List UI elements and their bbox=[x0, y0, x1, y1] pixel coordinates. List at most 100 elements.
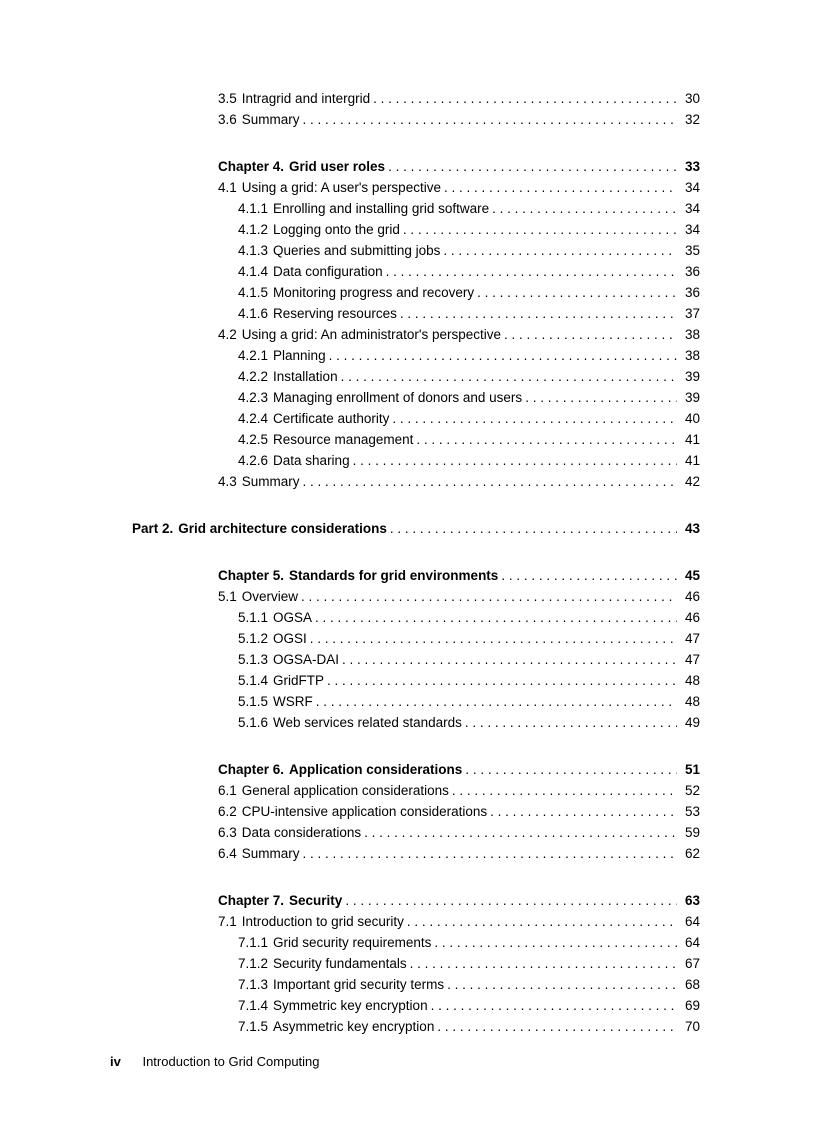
leader-dots bbox=[416, 429, 677, 450]
toc-entry: 4.2.2Installation39 bbox=[218, 366, 700, 387]
entry-page: 69 bbox=[680, 995, 700, 1016]
page-footer: iv Introduction to Grid Computing bbox=[110, 1054, 320, 1069]
entry-number: 5.1 bbox=[218, 586, 237, 607]
toc-entry: 5.1.5WSRF48 bbox=[218, 691, 700, 712]
toc-entry: 7.1.3Important grid security terms68 bbox=[218, 974, 700, 995]
leader-dots bbox=[400, 303, 677, 324]
toc-entry: 4.2.4Certificate authority40 bbox=[218, 408, 700, 429]
entry-page: 63 bbox=[680, 890, 700, 911]
entry-title: Data sharing bbox=[273, 450, 350, 471]
entry-title: Web services related standards bbox=[273, 712, 462, 733]
toc-entry: 4.2.1Planning38 bbox=[218, 345, 700, 366]
leader-dots bbox=[525, 387, 677, 408]
toc-entry: 7.1.4Symmetric key encryption69 bbox=[218, 995, 700, 1016]
toc-entry: 6.4 Summary 62 bbox=[218, 843, 700, 864]
entry-number: 4.2.5 bbox=[238, 429, 268, 450]
toc-entry: 7.1Introduction to grid security64 bbox=[218, 911, 700, 932]
entry-page: 49 bbox=[680, 712, 700, 733]
leader-dots bbox=[443, 240, 677, 261]
entry-title: Using a grid: A user's perspective bbox=[242, 177, 441, 198]
leader-dots bbox=[410, 953, 677, 974]
leader-dots bbox=[388, 156, 677, 177]
entry-number: 4.2.3 bbox=[238, 387, 268, 408]
entry-page: 43 bbox=[680, 518, 700, 539]
toc-entry: Chapter 6.Application considerations 51 bbox=[218, 759, 700, 780]
toc-entry: Chapter 7.Security63 bbox=[218, 890, 700, 911]
entry-title: WSRF bbox=[273, 691, 313, 712]
entry-number: Chapter 6. bbox=[218, 759, 284, 780]
toc-entry: 4.2.5Resource management41 bbox=[218, 429, 700, 450]
toc-entry: 7.1.1Grid security requirements64 bbox=[218, 932, 700, 953]
entry-title: Introduction to grid security bbox=[242, 911, 404, 932]
entry-number: 4.1.3 bbox=[238, 240, 268, 261]
entry-number: 7.1.1 bbox=[238, 932, 268, 953]
entry-number: 5.1.3 bbox=[238, 649, 268, 670]
toc-entry: Chapter 5.Standards for grid environment… bbox=[218, 565, 700, 586]
entry-title: Summary bbox=[242, 843, 300, 864]
entry-title: Data configuration bbox=[273, 261, 383, 282]
entry-page: 68 bbox=[680, 974, 700, 995]
footer-title: Introduction to Grid Computing bbox=[142, 1054, 319, 1069]
entry-number: 6.4 bbox=[218, 843, 237, 864]
footer-page-number: iv bbox=[110, 1054, 121, 1069]
entry-number: 7.1 bbox=[218, 911, 237, 932]
entry-page: 33 bbox=[680, 156, 700, 177]
entry-page: 40 bbox=[680, 408, 700, 429]
entry-number: 4.2.2 bbox=[238, 366, 268, 387]
entry-page: 48 bbox=[680, 691, 700, 712]
entry-number: 3.6 bbox=[218, 109, 237, 130]
page: 3.5Intragrid and intergrid303.6Summary32… bbox=[0, 0, 816, 1123]
toc-entry: 5.1.2OGSI47 bbox=[218, 628, 700, 649]
toc-entry: 4.2.3Managing enrollment of donors and u… bbox=[218, 387, 700, 408]
entry-number: 7.1.2 bbox=[238, 953, 268, 974]
toc-entry: 5.1.6Web services related standards49 bbox=[218, 712, 700, 733]
entry-title: OGSA bbox=[273, 607, 312, 628]
toc-entry: 3.6Summary32 bbox=[218, 109, 700, 130]
leader-dots bbox=[444, 177, 677, 198]
entry-title: Application considerations bbox=[289, 759, 462, 780]
toc-entry: 4.2Using a grid: An administrator's pers… bbox=[218, 324, 700, 345]
leader-dots bbox=[329, 345, 677, 366]
entry-title: Monitoring progress and recovery bbox=[273, 282, 474, 303]
entry-page: 45 bbox=[680, 565, 700, 586]
toc-entry: 6.1General application considerations52 bbox=[218, 780, 700, 801]
leader-dots bbox=[316, 691, 677, 712]
leader-dots bbox=[303, 843, 677, 864]
entry-title: Logging onto the grid bbox=[273, 219, 400, 240]
leader-dots bbox=[504, 324, 677, 345]
entry-page: 30 bbox=[680, 88, 700, 109]
entry-number: Chapter 4. bbox=[218, 156, 284, 177]
entry-page: 52 bbox=[680, 780, 700, 801]
entry-page: 38 bbox=[680, 324, 700, 345]
entry-page: 32 bbox=[680, 109, 700, 130]
toc-entry: 6.2CPU-intensive application considerati… bbox=[218, 801, 700, 822]
entry-number: 6.3 bbox=[218, 822, 237, 843]
entry-page: 51 bbox=[680, 759, 700, 780]
toc-entry: 4.1.3Queries and submitting jobs35 bbox=[218, 240, 700, 261]
leader-dots bbox=[501, 565, 677, 586]
entry-title: Grid user roles bbox=[289, 156, 385, 177]
leader-dots bbox=[390, 518, 677, 539]
leader-dots bbox=[447, 974, 677, 995]
entry-title: Data considerations bbox=[242, 822, 361, 843]
table-of-contents: 3.5Intragrid and intergrid303.6Summary32… bbox=[218, 88, 700, 1037]
leader-dots bbox=[342, 649, 677, 670]
leader-dots bbox=[345, 890, 677, 911]
entry-page: 37 bbox=[680, 303, 700, 324]
entry-page: 46 bbox=[680, 586, 700, 607]
entry-title: Reserving resources bbox=[273, 303, 397, 324]
entry-page: 47 bbox=[680, 649, 700, 670]
entry-page: 62 bbox=[680, 843, 700, 864]
toc-block: Chapter 5.Standards for grid environment… bbox=[218, 565, 700, 733]
toc-block: Chapter 6.Application considerations516.… bbox=[218, 759, 700, 864]
entry-number: 4.2.4 bbox=[238, 408, 268, 429]
entry-page: 36 bbox=[680, 282, 700, 303]
entry-number: Chapter 5. bbox=[218, 565, 284, 586]
toc-entry: 4.1.2Logging onto the grid34 bbox=[218, 219, 700, 240]
leader-dots bbox=[364, 822, 677, 843]
toc-entry: Chapter 4.Grid user roles 33 bbox=[218, 156, 700, 177]
toc-entry: 4.1.4Data configuration36 bbox=[218, 261, 700, 282]
entry-page: 46 bbox=[680, 607, 700, 628]
entry-title: Grid architecture considerations bbox=[178, 518, 387, 539]
toc-block: Chapter 4.Grid user roles334.1Using a gr… bbox=[218, 156, 700, 492]
